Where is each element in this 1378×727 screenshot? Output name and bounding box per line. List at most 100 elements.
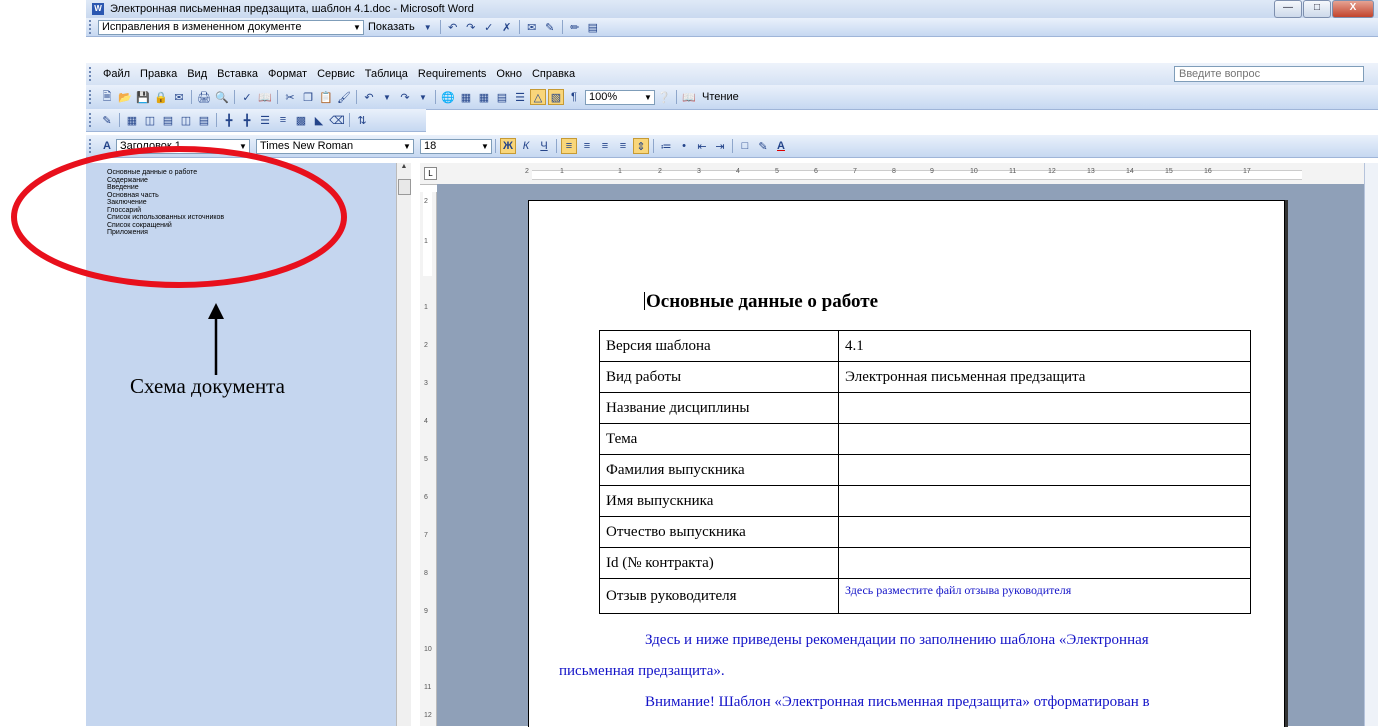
menu-tools[interactable]: Сервис [317,68,355,80]
table-cell-value[interactable] [838,547,1251,579]
table-cell-value[interactable] [838,454,1251,486]
toolbar-grip[interactable] [89,113,94,127]
document-map-scrollbar[interactable]: ▲ [396,163,411,726]
decrease-indent-icon[interactable]: ⇤ [694,138,710,154]
scroll-up-icon[interactable]: ▲ [397,163,411,175]
next-change-icon[interactable]: ↷ [463,19,479,35]
copy-icon[interactable]: ❐ [300,89,316,105]
help-search-input[interactable] [1174,66,1364,82]
document-map-icon[interactable]: ▧ [548,89,564,105]
reviewing-pane-icon[interactable]: ▤ [585,19,601,35]
borders-icon[interactable]: □ [737,138,753,154]
insert-excel-icon[interactable]: ▤ [494,89,510,105]
line-spacing-icon[interactable]: ⇕ [633,138,649,154]
toolbar-grip[interactable] [89,20,94,34]
print-preview-icon[interactable]: 🔍 [214,89,230,105]
spelling-icon[interactable]: ✓ [239,89,255,105]
align-icon[interactable]: ☰ [257,112,273,128]
reading-button[interactable]: Чтение [702,91,739,103]
insert-column-icon[interactable]: ◫ [142,112,158,128]
table-cell-value[interactable] [838,392,1251,424]
insert-comment-icon[interactable]: ✉ [524,19,540,35]
recommendation-line-2[interactable]: письменная предзащита». [559,656,1259,687]
distribute-icon[interactable]: ≡ [275,112,291,128]
table-cell-label[interactable]: Отзыв руководителя [599,578,839,614]
sort-icon[interactable]: ⇅ [354,112,370,128]
warning-line[interactable]: Внимание! Шаблон «Электронная письменная… [559,687,1259,718]
redo-icon[interactable]: ↷ [397,89,413,105]
insert-table-icon[interactable]: ▦ [124,112,140,128]
menu-view[interactable]: Вид [187,68,207,80]
insert-row-icon[interactable]: ▤ [160,112,176,128]
merge-cells-icon[interactable]: ╋ [221,112,237,128]
table-cell-label[interactable]: Фамилия выпускника [599,454,839,486]
zoom-select[interactable]: 100% ▼ [585,89,655,105]
research-icon[interactable]: 📖 [257,89,273,105]
dropdown-arrow-icon[interactable]: ▼ [415,89,431,105]
italic-icon[interactable]: К [518,138,534,154]
table-cell-label[interactable]: Имя выпускника [599,485,839,517]
table-cell-value[interactable]: Здесь разместите файл отзыва руководител… [838,578,1251,614]
table-cell-label[interactable]: Id (№ контракта) [599,547,839,579]
drawing-icon[interactable]: △ [530,89,546,105]
menu-window[interactable]: Окно [496,68,522,80]
track-changes-icon[interactable]: ✏ [567,19,583,35]
autoformat-icon[interactable]: ▩ [293,112,309,128]
document-heading[interactable]: Основные данные о работе [644,291,878,313]
dropdown-arrow-icon[interactable]: ▼ [379,89,395,105]
insert-table-icon[interactable]: ▦ [476,89,492,105]
menu-format[interactable]: Формат [268,68,307,80]
paste-icon[interactable]: 📋 [318,89,334,105]
help-icon[interactable]: ❔ [656,89,672,105]
table-cell-value[interactable] [838,485,1251,517]
document-page[interactable]: Основные данные о работе Версия шаблона 4… [528,200,1285,727]
menu-requirements[interactable]: Requirements [418,68,486,80]
increase-indent-icon[interactable]: ⇥ [712,138,728,154]
table-cell-value[interactable]: 4.1 [838,330,1251,362]
shading-icon[interactable]: ◣ [311,112,327,128]
menu-edit[interactable]: Правка [140,68,177,80]
bold-icon[interactable]: Ж [500,138,516,154]
table-cell-label[interactable]: Отчество выпускника [599,516,839,548]
tables-borders-icon[interactable]: ▦ [458,89,474,105]
permission-icon[interactable]: 🔒 [153,89,169,105]
underline-icon[interactable]: Ч [536,138,552,154]
email-icon[interactable]: ✉ [171,89,187,105]
horizontal-ruler[interactable]: L 2 1 1 2 3 4 5 6 7 8 9 10 11 12 13 14 1… [420,163,1364,185]
table-cell-value[interactable]: Электронная письменная предзащита [838,361,1251,393]
display-for-review-select[interactable]: Исправления в измененном документе ▼ [98,19,364,35]
menu-file[interactable]: Файл [103,68,130,80]
show-hide-icon[interactable]: ¶ [566,89,582,105]
cut-icon[interactable]: ✂ [282,89,298,105]
table-cell-value[interactable] [838,423,1251,455]
reject-change-icon[interactable]: ✗ [499,19,515,35]
vertical-ruler[interactable]: 2 1 1 2 3 4 5 6 7 8 9 10 11 12 [420,192,437,726]
maximize-button[interactable]: □ [1303,0,1331,18]
delete-column-icon[interactable]: ◫ [178,112,194,128]
table-cell-label[interactable]: Тема [599,423,839,455]
scroll-thumb[interactable] [398,179,411,195]
table-cell-label[interactable]: Версия шаблона [599,330,839,362]
highlight-icon[interactable]: ✎ [542,19,558,35]
align-center-icon[interactable]: ≡ [579,138,595,154]
highlight-color-icon[interactable]: ✎ [755,138,771,154]
show-menu-button[interactable]: Показать [368,21,415,33]
split-cells-icon[interactable]: ╋ [239,112,255,128]
undo-icon[interactable]: ↶ [361,89,377,105]
draw-table-icon[interactable]: ✎ [99,112,115,128]
justify-icon[interactable]: ≡ [615,138,631,154]
menu-table[interactable]: Таблица [365,68,408,80]
delete-row-icon[interactable]: ▤ [196,112,212,128]
numbering-icon[interactable]: ≔ [658,138,674,154]
open-folder-icon[interactable]: 📂 [117,89,133,105]
accept-change-icon[interactable]: ✓ [481,19,497,35]
document-scrollbar[interactable] [1364,163,1378,726]
print-icon[interactable]: 🖨 [196,89,212,105]
save-icon[interactable]: 💾 [135,89,151,105]
word-app-icon[interactable]: W [92,3,104,15]
eraser-icon[interactable]: ⌫ [329,112,345,128]
table-cell-label[interactable]: Вид работы [599,361,839,393]
menu-insert[interactable]: Вставка [217,68,258,80]
bullets-icon[interactable]: • [676,138,692,154]
new-document-icon[interactable]: 🗎 [99,89,115,105]
